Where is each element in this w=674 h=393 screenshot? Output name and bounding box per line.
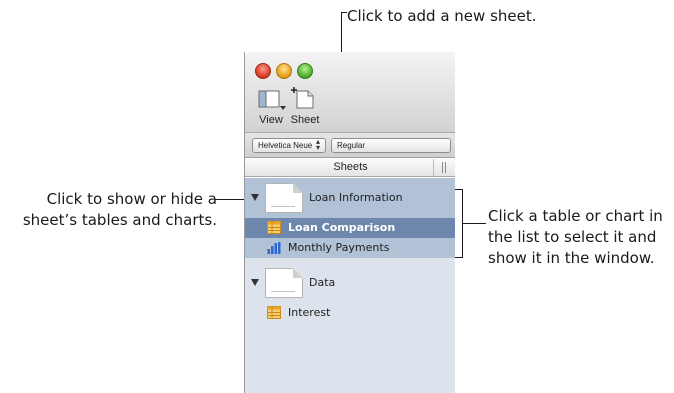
font-style-value: Regular (337, 141, 366, 150)
table-row-loan-comparison[interactable]: Loan Comparison (245, 218, 455, 238)
add-sheet-icon (291, 87, 314, 109)
font-style-popup[interactable]: Regular (331, 138, 451, 153)
zoom-icon[interactable] (297, 63, 313, 79)
leader-bracket-bottom (454, 257, 463, 258)
callout-add-sheet: Click to add a new sheet. (347, 7, 537, 25)
stepper-icon: ▴ ▾ (315, 137, 320, 152)
format-bar: Helvetica Neue ▴ ▾ Regular (245, 132, 455, 158)
leader-bracket-top (454, 189, 463, 190)
callout-show-hide-line2: sheet’s tables and charts. (22, 211, 217, 229)
font-family-value: Helvetica Neue (258, 141, 313, 150)
table-icon (267, 306, 281, 319)
callout-select-line3: show it in the window. (488, 249, 655, 267)
bar-chart-icon (267, 242, 281, 254)
table-icon (267, 221, 281, 234)
table-row-interest[interactable]: Interest (245, 303, 455, 323)
leader-select-item (462, 223, 486, 224)
callout-select-line1: Click a table or chart in (488, 207, 663, 225)
sheets-list: Loan Information Loan Comparison Monthly… (245, 178, 455, 393)
callout-show-hide: Click to show or hide a sheet’s tables a… (0, 189, 217, 231)
header-divider (433, 159, 434, 176)
callout-select-item: Click a table or chart in the list to se… (488, 206, 663, 269)
sheet-label: Sheet (290, 114, 320, 126)
callout-select-line2: the list to select it and (488, 228, 657, 246)
sheet-icon (265, 268, 303, 298)
numbers-window: View Sheet Helvetica Neue ▴ ▾ Regular She… (244, 52, 455, 393)
toolbar: View Sheet (245, 52, 455, 132)
item-name: Monthly Payments (288, 241, 390, 254)
leader-add-sheet-top (341, 12, 347, 13)
font-family-popup[interactable]: Helvetica Neue ▴ ▾ (252, 138, 326, 153)
item-name: Loan Comparison (288, 221, 396, 234)
close-icon[interactable] (255, 63, 271, 79)
pane-resize-handle[interactable] (442, 162, 446, 173)
chart-row-monthly-payments[interactable]: Monthly Payments (245, 238, 455, 258)
sheet-row-loan-information[interactable]: Loan Information (245, 178, 455, 218)
sheets-header-label: Sheets (333, 161, 368, 173)
item-name: Interest (288, 306, 331, 319)
add-sheet-button[interactable]: Sheet (285, 86, 325, 130)
sheet-name: Loan Information (309, 191, 403, 204)
minimize-icon[interactable] (276, 63, 292, 79)
sheets-pane-header: Sheets (245, 159, 455, 177)
sheet-name: Data (309, 276, 336, 289)
disclosure-triangle-icon[interactable] (251, 279, 259, 286)
sheet-row-data[interactable]: Data (245, 263, 455, 303)
callout-show-hide-line1: Click to show or hide a (46, 190, 217, 208)
sheet-icon (265, 183, 303, 213)
disclosure-triangle-icon[interactable] (251, 194, 259, 201)
